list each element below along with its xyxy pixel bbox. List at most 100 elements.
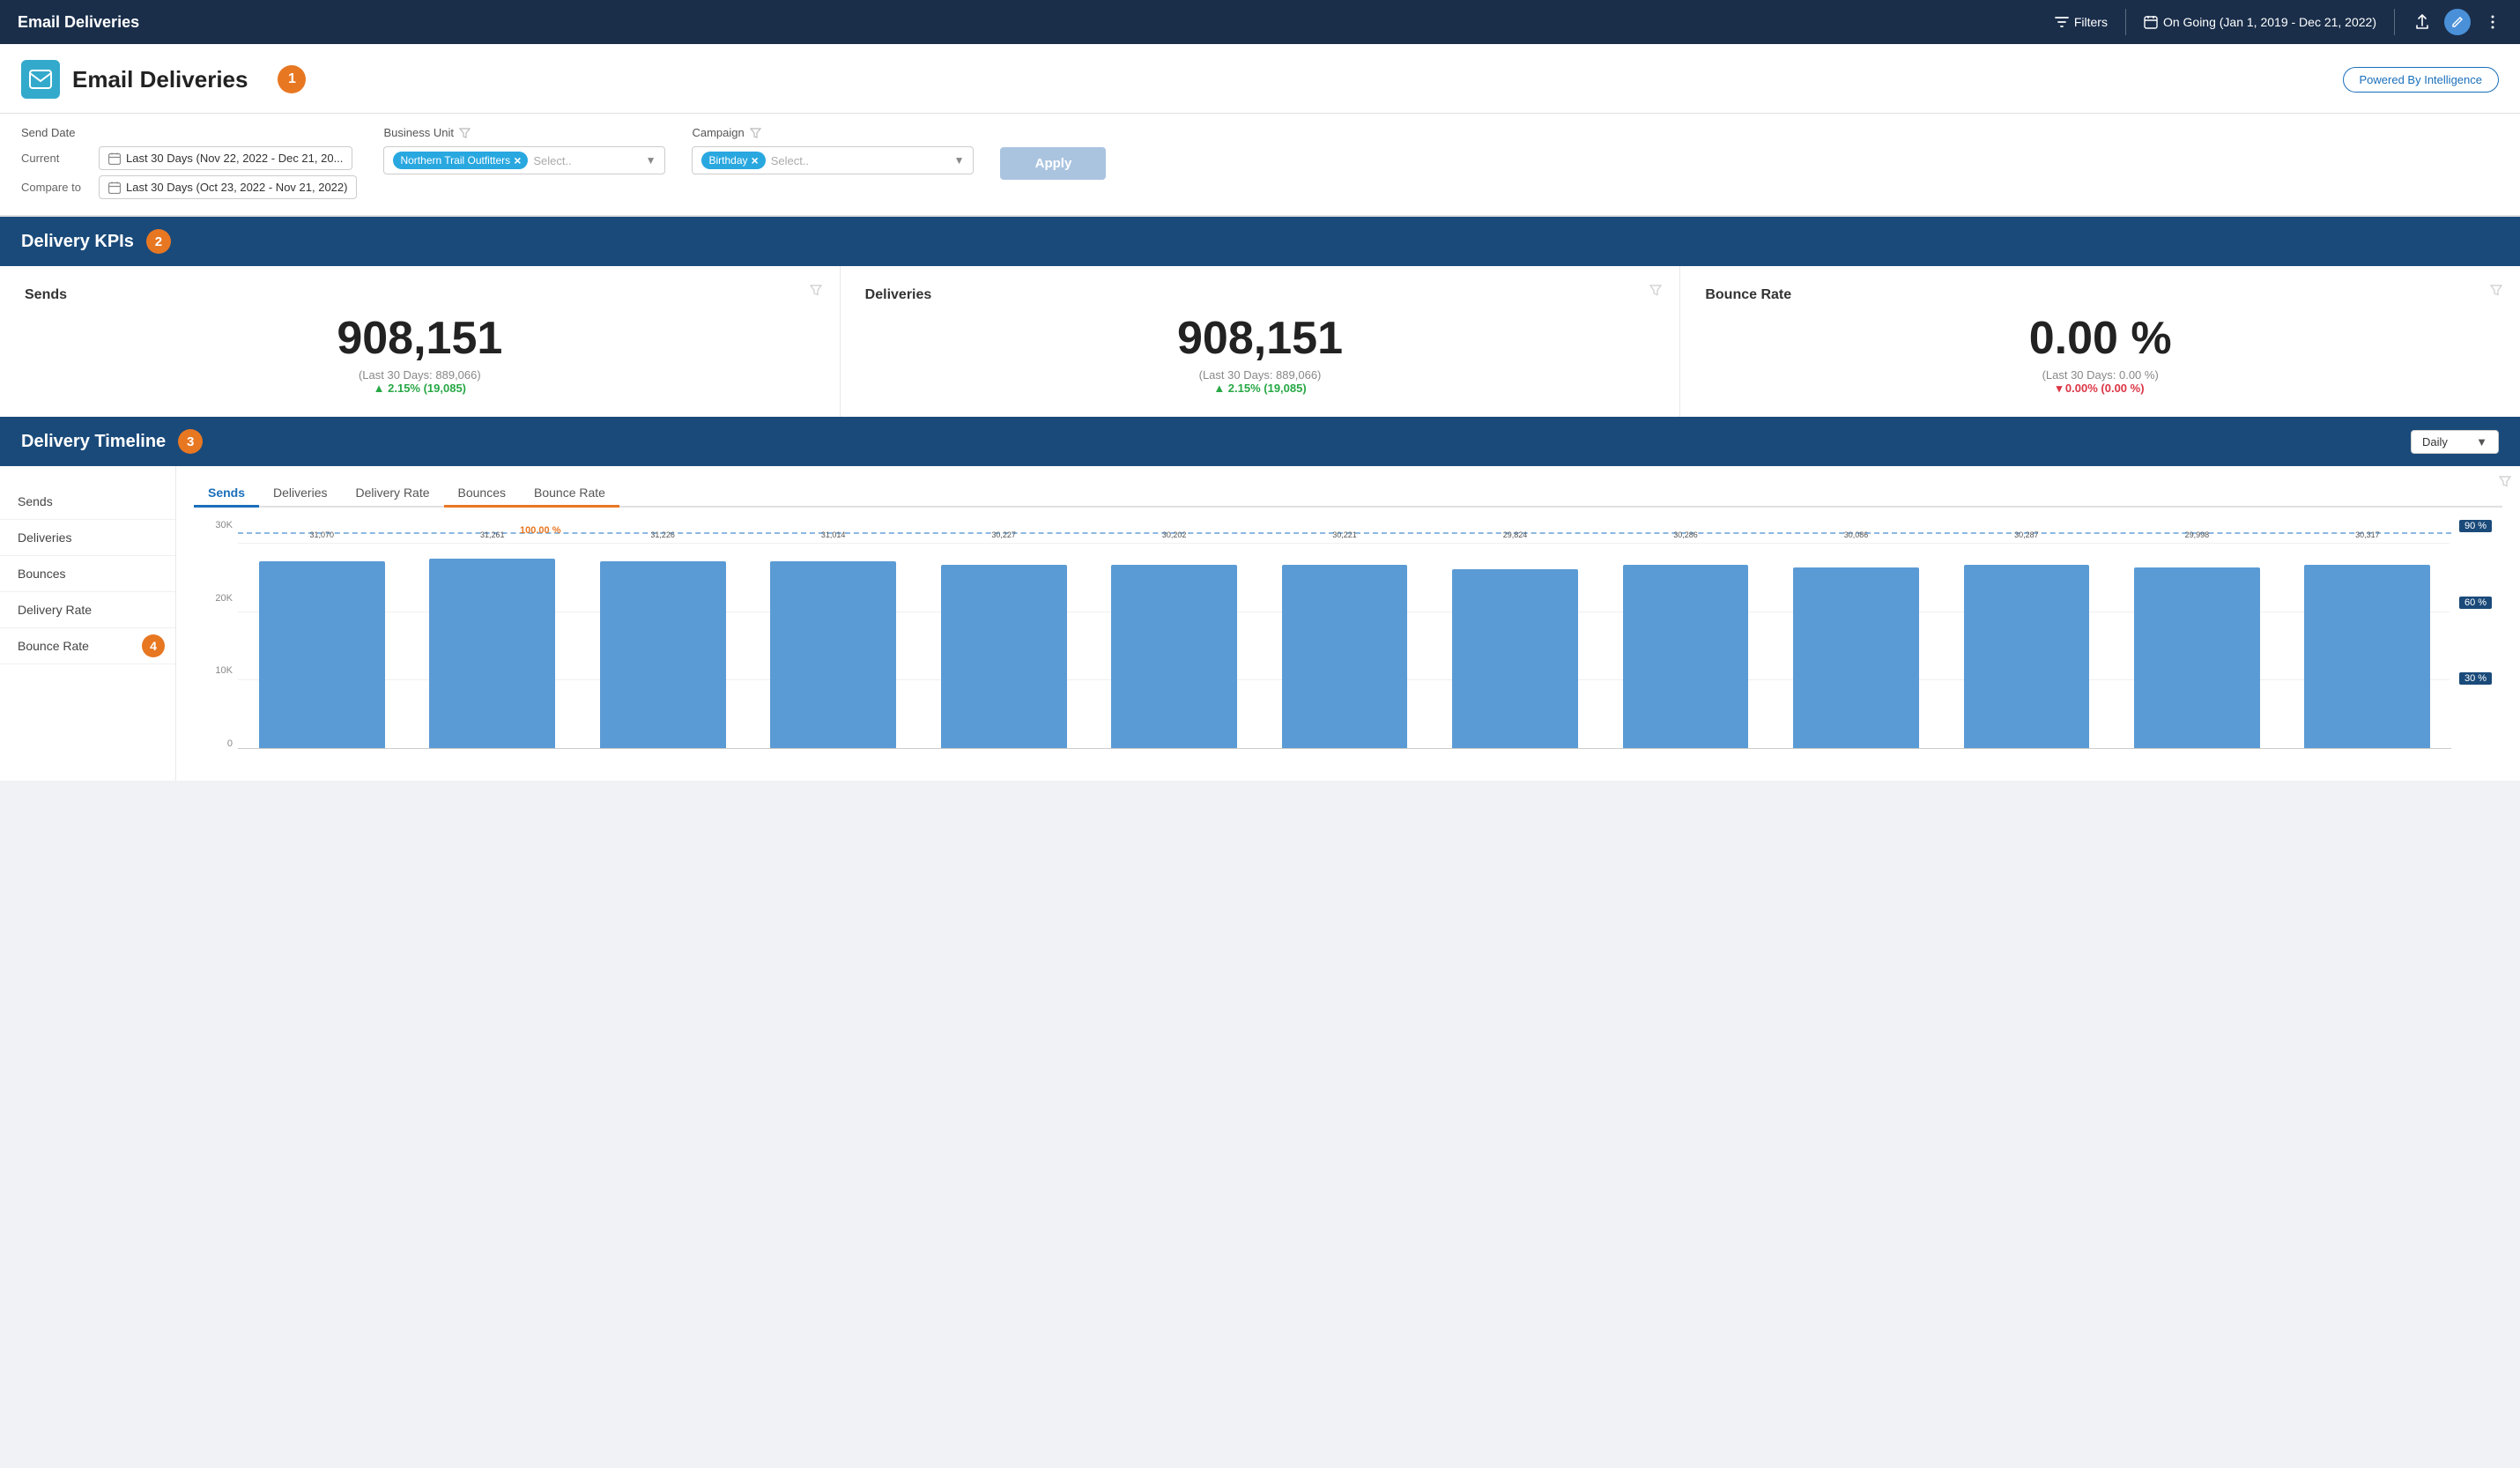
- timeline-title-group: Delivery Timeline 3: [21, 429, 203, 454]
- bar-chart: 31,07031,26131,22631,01430,22730,20230,2…: [238, 545, 2451, 749]
- filters-section: Send Date Current Last 30 Days (Nov 22, …: [0, 114, 2520, 217]
- business-unit-placeholder: Select..: [533, 154, 640, 167]
- bar-label-8: 30,286: [1602, 530, 1769, 539]
- deliveries-values: 908,151 (Last 30 Days: 889,066) ▲ 2.15% …: [865, 315, 1656, 395]
- kpi-deliveries-filter-icon[interactable]: [1649, 284, 1662, 299]
- kpi-bounce-rate-title: Bounce Rate: [1705, 287, 2495, 303]
- kpi-sends: Sends 908,151 (Last 30 Days: 889,066) ▲ …: [0, 266, 841, 417]
- filter-icon: [2055, 15, 2069, 29]
- tab-bounces[interactable]: Bounces: [444, 480, 520, 508]
- compare-date-input[interactable]: Last 30 Days (Oct 23, 2022 - Nov 21, 202…: [99, 175, 357, 199]
- chart-tabs: Sends Deliveries Delivery Rate Bounces B…: [194, 480, 2502, 508]
- bar-solid-12: [2304, 565, 2430, 749]
- daily-chevron: ▼: [2476, 435, 2487, 449]
- compare-label: Compare to: [21, 181, 92, 194]
- kpi-row: Sends 908,151 (Last 30 Days: 889,066) ▲ …: [0, 266, 2520, 417]
- legend-bounces[interactable]: Bounces: [0, 556, 175, 592]
- timeline-header: Delivery Timeline 3 Daily ▼: [0, 417, 2520, 466]
- sends-change: ▲ 2.15% (19,085): [25, 382, 815, 395]
- legend-bounce-rate[interactable]: Bounce Rate 4: [0, 628, 175, 664]
- step-badge-2: 2: [146, 229, 171, 254]
- bar-group-10: 30,287: [1943, 545, 2110, 749]
- current-date-row: Current Last 30 Days (Nov 22, 2022 - Dec…: [21, 146, 357, 170]
- deliveries-compare: (Last 30 Days: 889,066): [865, 368, 1656, 382]
- daily-select[interactable]: Daily ▼: [2411, 430, 2499, 454]
- bar-label-10: 30,287: [1943, 530, 2110, 539]
- bar-group-3: 31,014: [749, 545, 916, 749]
- remove-campaign-tag[interactable]: ×: [752, 153, 759, 167]
- nav-title: Email Deliveries: [18, 13, 139, 32]
- current-date-input[interactable]: Last 30 Days (Nov 22, 2022 - Dec 21, 20.…: [99, 146, 352, 170]
- tab-sends[interactable]: Sends: [194, 480, 259, 508]
- legend-deliveries[interactable]: Deliveries: [0, 520, 175, 556]
- campaign-placeholder: Select..: [771, 154, 949, 167]
- funnel-icon: [459, 127, 471, 138]
- business-unit-group: Business Unit Northern Trail Outfitters …: [383, 126, 665, 174]
- calendar-icon-sm: [108, 152, 121, 165]
- more-icon[interactable]: [2483, 12, 2502, 32]
- email-icon: [29, 70, 52, 89]
- bounce-rate-values: 0.00 % (Last 30 Days: 0.00 %) ▾ 0.00% (0…: [1705, 315, 2495, 396]
- bar-group-5: 30,202: [1090, 545, 1257, 749]
- chart-area: Sends Deliveries Delivery Rate Bounces B…: [176, 466, 2520, 781]
- apply-section: Apply: [1000, 126, 1106, 180]
- header-left: Email Deliveries 1: [21, 60, 306, 99]
- bar-label-5: 30,202: [1090, 530, 1257, 539]
- remove-business-unit-tag[interactable]: ×: [514, 153, 521, 167]
- bar-label-11: 29,998: [2113, 530, 2280, 539]
- campaign-select[interactable]: Birthday × Select.. ▼: [692, 146, 974, 174]
- bar-group-1: 31,261: [408, 545, 575, 749]
- kpi-sends-title: Sends: [25, 287, 815, 303]
- kpi-bounce-filter-icon[interactable]: [2490, 284, 2502, 299]
- apply-button[interactable]: Apply: [1000, 147, 1106, 180]
- bar-group-0: 31,070: [238, 545, 405, 749]
- bar-label-9: 30,086: [1772, 530, 1939, 539]
- share-icon[interactable]: [2413, 12, 2432, 32]
- bar-group-2: 31,226: [579, 545, 746, 749]
- compare-date-value: Last 30 Days (Oct 23, 2022 - Nov 21, 202…: [126, 181, 347, 194]
- legend-sends[interactable]: Sends: [0, 484, 175, 520]
- bounce-rate-compare: (Last 30 Days: 0.00 %): [1705, 368, 2495, 382]
- current-label: Current: [21, 152, 92, 165]
- bar-group-8: 30,286: [1602, 545, 1769, 749]
- tab-delivery-rate[interactable]: Delivery Rate: [341, 480, 443, 508]
- kpi-sends-filter-icon[interactable]: [810, 284, 822, 299]
- edit-icon[interactable]: [2444, 9, 2471, 35]
- chevron-down-icon2: ▼: [954, 154, 965, 167]
- bounce-rate-change: ▾ 0.00% (0.00 %): [1705, 382, 2495, 396]
- chart-wrapper: 30K 20K 10K 0 90 % 60 % 30 %: [194, 520, 2502, 767]
- bar-solid-5: [1111, 565, 1237, 749]
- send-date-label: Send Date: [21, 126, 357, 139]
- divider2: [2394, 9, 2395, 35]
- chart-filter-icon[interactable]: [2499, 475, 2511, 490]
- calendar-icon-sm2: [108, 182, 121, 194]
- bar-solid-2: [600, 561, 726, 749]
- bar-solid-9: [1793, 567, 1919, 749]
- legend-delivery-rate[interactable]: Delivery Rate: [0, 592, 175, 628]
- powered-by-button[interactable]: Powered By Intelligence: [2343, 67, 2499, 93]
- campaign-label: Campaign: [692, 126, 744, 139]
- bar-label-2: 31,226: [579, 530, 746, 539]
- chart-legend: Sends Deliveries Bounces Delivery Rate B…: [0, 466, 176, 781]
- current-date-value: Last 30 Days (Nov 22, 2022 - Dec 21, 20.…: [126, 152, 343, 165]
- filters-row: Send Date Current Last 30 Days (Nov 22, …: [21, 126, 2499, 199]
- filters-button[interactable]: Filters: [2055, 15, 2108, 29]
- bar-solid-6: [1282, 565, 1408, 749]
- bar-solid-11: [2134, 567, 2260, 749]
- business-unit-select[interactable]: Northern Trail Outfitters × Select.. ▼: [383, 146, 665, 174]
- bar-group-4: 30,227: [920, 545, 1087, 749]
- nav-right: Filters On Going (Jan 1, 2019 - Dec 21, …: [2055, 9, 2502, 35]
- y-axis-right: 90 % 60 % 30 %: [2454, 520, 2502, 749]
- kpi-deliveries-title: Deliveries: [865, 287, 1656, 303]
- bar-group-9: 30,086: [1772, 545, 1939, 749]
- calendar-icon: [2144, 15, 2158, 29]
- tab-deliveries[interactable]: Deliveries: [259, 480, 341, 508]
- bar-group-6: 30,221: [1261, 545, 1428, 749]
- bar-label-6: 30,221: [1261, 530, 1428, 539]
- bar-solid-7: [1452, 569, 1578, 749]
- tab-bounce-rate[interactable]: Bounce Rate: [520, 480, 619, 508]
- bar-group-12: 30,317: [2284, 545, 2451, 749]
- kpi-deliveries: Deliveries 908,151 (Last 30 Days: 889,06…: [841, 266, 1681, 417]
- bounce-rate-value: 0.00 %: [1705, 315, 2495, 361]
- chevron-down-icon: ▼: [646, 154, 656, 167]
